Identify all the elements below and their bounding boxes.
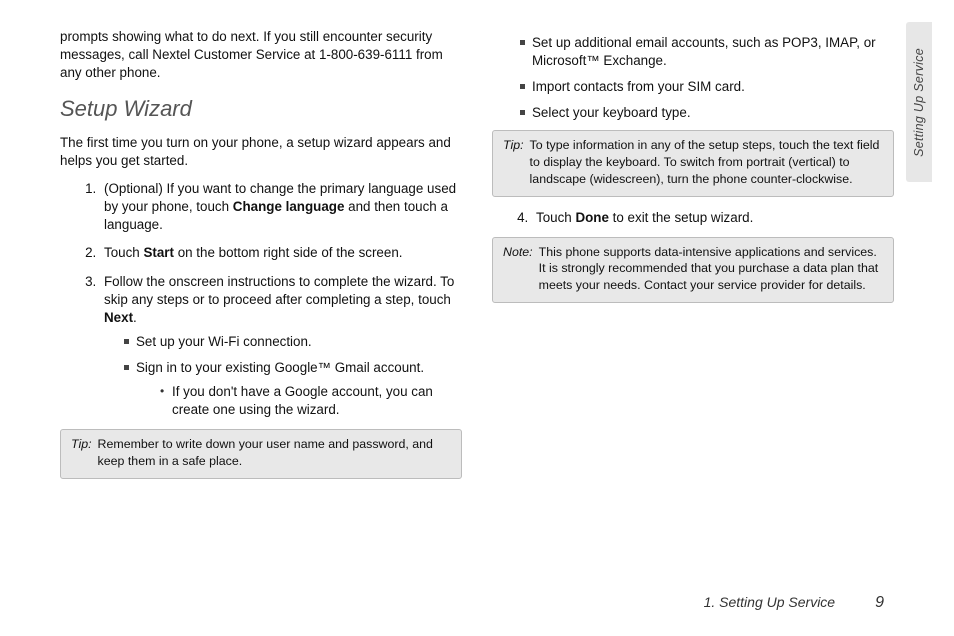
step-1: (Optional) If you want to change the pri… [100,180,462,234]
section-tab-label: Setting Up Service [912,48,926,157]
carryover-paragraph: prompts showing what to do next. If you … [60,28,462,82]
footer-chapter: 1. Setting Up Service [704,594,836,610]
substep: Import contacts from your SIM card. [520,78,894,96]
sub-sub-item: If you don't have a Google account, you … [160,383,462,419]
substep: Set up your Wi-Fi connection. [124,333,462,351]
manual-page: Setting Up Service prompts showing what … [0,0,954,636]
step-3: Follow the onscreen instructions to comp… [100,273,462,420]
column-right: Set up additional email accounts, such a… [492,28,894,568]
tip-body: To type information in any of the setup … [530,137,883,187]
note-label: Note: [503,244,533,294]
step-2: Touch Start on the bottom right side of … [100,244,462,262]
step-bold: Start [143,245,174,260]
step-text: to exit the setup wizard. [609,210,753,225]
tip-label: Tip: [71,436,92,469]
heading-setup-wizard: Setup Wizard [60,94,462,124]
section-tab: Setting Up Service [906,22,932,182]
substep: Select your keyboard type. [520,104,894,122]
substep-text: Sign in to your existing Google™ Gmail a… [136,360,424,375]
tip-box: Tip: Remember to write down your user na… [60,429,462,478]
step-text: Follow the onscreen instructions to comp… [104,274,454,307]
step-text: . [133,310,137,325]
substep: Set up additional email accounts, such a… [520,34,894,70]
footer-page-number: 9 [875,594,884,612]
column-left: prompts showing what to do next. If you … [60,28,462,568]
lead-paragraph: The first time you turn on your phone, a… [60,134,462,170]
sub-sub-list: If you don't have a Google account, you … [160,383,462,419]
step-text: Touch [536,210,575,225]
steps-list-continued: Touch Done to exit the setup wizard. [532,209,894,227]
tip-label: Tip: [503,137,524,187]
steps-list: (Optional) If you want to change the pri… [100,180,462,419]
step-bold: Next [104,310,133,325]
two-column-layout: prompts showing what to do next. If you … [60,28,894,568]
page-footer: 1. Setting Up Service 9 [704,594,884,612]
step-bold: Done [575,210,608,225]
note-box: Note: This phone supports data-intensive… [492,237,894,303]
note-body: This phone supports data-intensive appli… [539,244,883,294]
substep: Sign in to your existing Google™ Gmail a… [124,359,462,419]
substeps-squares: Set up your Wi-Fi connection. Sign in to… [124,333,462,419]
step-4: Touch Done to exit the setup wizard. [532,209,894,227]
substeps-squares-continued: Set up additional email accounts, such a… [520,34,894,122]
tip-box: Tip: To type information in any of the s… [492,130,894,196]
tip-body: Remember to write down your user name an… [98,436,451,469]
step-text: on the bottom right side of the screen. [174,245,403,260]
step-text: Touch [104,245,143,260]
step-bold: Change language [233,199,345,214]
